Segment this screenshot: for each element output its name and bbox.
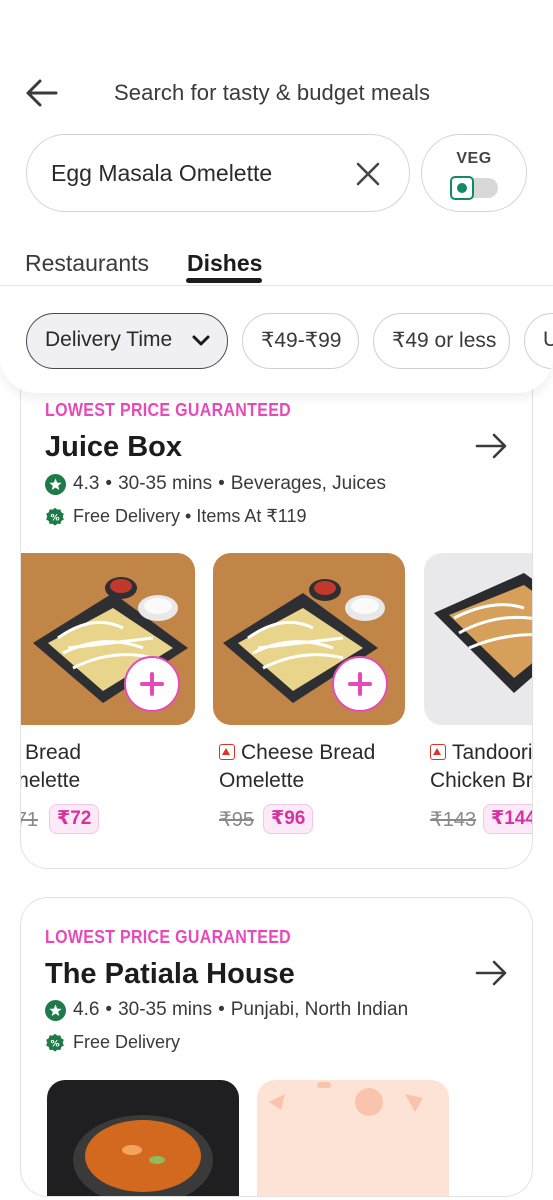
- separator: •: [105, 999, 113, 1020]
- delivery-time: 30-35 mins: [118, 999, 213, 1020]
- veg-label: VEG: [456, 150, 492, 167]
- svg-text:%: %: [50, 513, 59, 523]
- forward-arrow-icon[interactable]: [474, 431, 510, 461]
- dish-name-line: Cheese Bread: [241, 741, 376, 764]
- star-icon: [45, 473, 66, 495]
- rating: 4.3: [73, 473, 100, 494]
- original-price: ₹95: [219, 809, 254, 831]
- add-dish-button[interactable]: [332, 656, 388, 712]
- dish-name-line: Bread: [25, 741, 82, 764]
- cuisine: Punjabi, North Indian: [230, 999, 409, 1020]
- promo-line: % Free Delivery • Items At ₹119: [45, 506, 307, 527]
- separator: •: [218, 473, 225, 494]
- filter-price-49-99[interactable]: ₹49-₹99: [242, 313, 359, 369]
- promo-line: % Free Delivery: [45, 1032, 180, 1053]
- active-tab-indicator: [186, 278, 262, 283]
- dish-placeholder-image: [257, 1080, 449, 1196]
- filter-label: Delivery Time: [45, 328, 173, 351]
- dish-name: Tandoori Chicken Br: [430, 739, 533, 795]
- delivery-time: 30-35 mins: [118, 473, 213, 494]
- veg-icon: [450, 176, 474, 200]
- restaurant-card[interactable]: LOWEST PRICE GUARANTEED Juice Box 4.3 • …: [20, 360, 533, 869]
- original-price: ₹71: [21, 809, 38, 831]
- restaurant-name[interactable]: Juice Box: [45, 431, 182, 464]
- search-input[interactable]: [51, 153, 341, 193]
- dish-name-line: Tandoori: [452, 741, 533, 764]
- tab-bar: Restaurants Dishes: [0, 240, 553, 286]
- tagline: LOWEST PRICE GUARANTEED: [45, 401, 292, 421]
- star-icon: [45, 999, 66, 1021]
- restaurant-name[interactable]: The Patiala House: [45, 958, 295, 991]
- page-title: Search for tasty & budget meals: [114, 80, 431, 105]
- filter-label: ₹49 or less: [392, 329, 497, 352]
- add-dish-button[interactable]: [124, 656, 180, 712]
- promo-text: Free Delivery • Items At ₹119: [73, 506, 307, 526]
- chevron-down-icon: [192, 335, 210, 346]
- dish-name-line: Chicken Br: [430, 769, 533, 792]
- discounted-price: ₹72: [49, 804, 100, 834]
- filter-price-49-or-less[interactable]: ₹49 or less: [373, 313, 510, 369]
- search-bar[interactable]: [26, 134, 410, 212]
- veg-toggle[interactable]: VEG: [421, 134, 527, 212]
- restaurant-meta: 4.6 • 30-35 mins • Punjabi, North Indian: [45, 999, 408, 1021]
- dish-image[interactable]: [424, 553, 532, 725]
- top-bar: Search for tasty & budget meals: [0, 60, 553, 126]
- separator: •: [218, 999, 225, 1020]
- promo-text: Free Delivery: [73, 1032, 181, 1052]
- tab-restaurants[interactable]: Restaurants: [25, 250, 149, 277]
- discounted-price: ₹144: [483, 804, 532, 834]
- original-price: ₹143: [430, 809, 477, 831]
- discount-badge-icon: %: [46, 507, 64, 526]
- dish-name: Cheese Bread Omelette: [219, 739, 419, 795]
- dish-image[interactable]: [21, 553, 195, 725]
- non-veg-icon: [219, 744, 235, 760]
- forward-arrow-icon[interactable]: [474, 958, 510, 988]
- dish-name-line: Omelette: [219, 769, 305, 792]
- dish-image[interactable]: [47, 1080, 239, 1196]
- rating: 4.6: [73, 999, 100, 1020]
- filter-row: Delivery Time ₹49-₹99 ₹49 or less U: [0, 287, 553, 393]
- dish-image[interactable]: [213, 553, 405, 725]
- filter-delivery-time[interactable]: Delivery Time: [26, 313, 228, 369]
- discounted-price: ₹96: [263, 804, 314, 834]
- tagline: LOWEST PRICE GUARANTEED: [45, 928, 292, 948]
- dish-name: Bread Omelette: [21, 739, 203, 795]
- svg-text:%: %: [50, 1039, 59, 1049]
- filter-label: U: [543, 328, 553, 351]
- clear-icon[interactable]: [353, 159, 383, 189]
- restaurant-meta: 4.3 • 30-35 mins • Beverages, Juices: [45, 473, 386, 495]
- cuisine: Beverages, Juices: [230, 473, 386, 494]
- tab-dishes[interactable]: Dishes: [187, 250, 262, 277]
- back-arrow-icon[interactable]: [22, 76, 62, 110]
- non-veg-icon: [430, 744, 446, 760]
- discount-badge-icon: %: [46, 1033, 64, 1052]
- dish-name-line: Omelette: [21, 769, 81, 792]
- separator: •: [105, 473, 113, 494]
- filter-more[interactable]: U: [524, 313, 553, 369]
- restaurant-card[interactable]: LOWEST PRICE GUARANTEED The Patiala Hous…: [20, 897, 533, 1197]
- filter-label: ₹49-₹99: [261, 329, 342, 352]
